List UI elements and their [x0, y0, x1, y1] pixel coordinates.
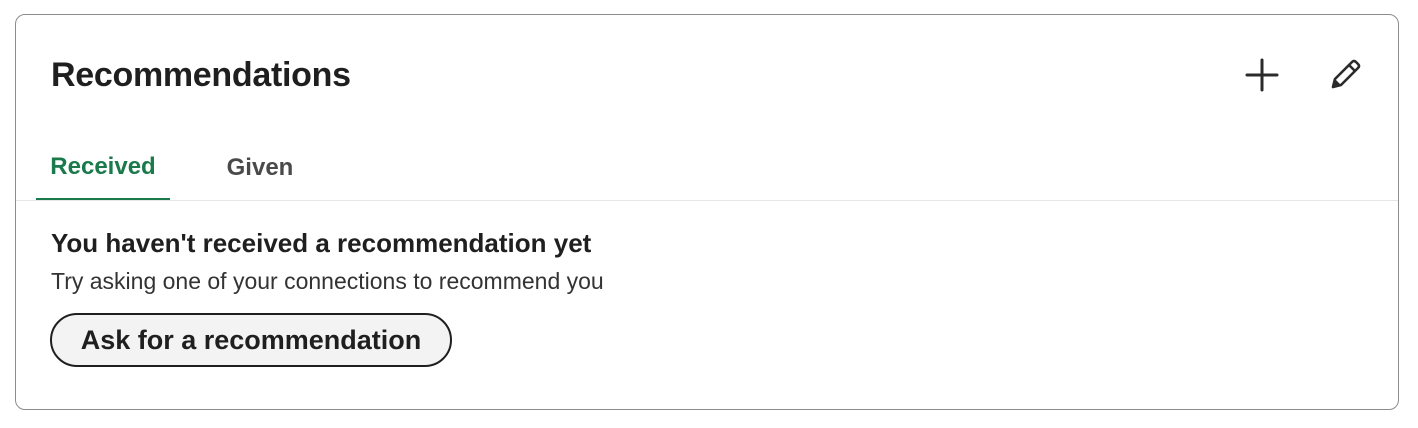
recommendations-card: Recommendations Received Given You haven… [15, 14, 1399, 410]
section-title: Recommendations [51, 56, 351, 94]
add-recommendation-button[interactable] [1240, 53, 1284, 97]
plus-icon [1245, 58, 1279, 92]
tab-received[interactable]: Received [36, 135, 170, 201]
tab-given[interactable]: Given [212, 135, 308, 201]
tabs-divider [16, 200, 1398, 201]
empty-state-heading: You haven't received a recommendation ye… [51, 228, 592, 258]
ask-for-recommendation-button[interactable]: Ask for a recommendation [50, 313, 452, 367]
pencil-icon [1331, 59, 1361, 89]
edit-recommendations-button[interactable] [1323, 53, 1367, 97]
empty-state-subtext: Try asking one of your connections to re… [51, 268, 604, 294]
